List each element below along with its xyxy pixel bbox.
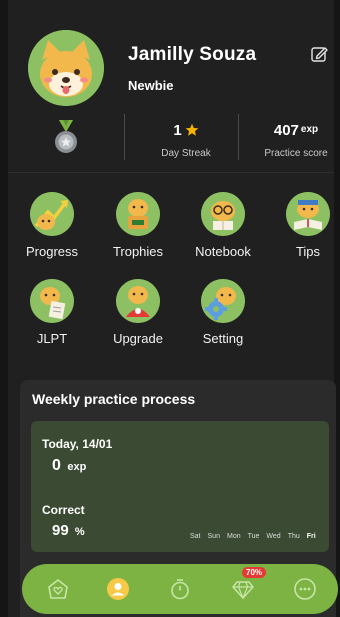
today-exp: 0 exp	[52, 457, 87, 474]
profile-icon[interactable]	[106, 577, 130, 601]
today-label: Today, 14/01	[42, 437, 113, 451]
weekly-title: Weekly practice process	[32, 391, 196, 407]
divider	[124, 114, 125, 160]
diamond-icon[interactable]	[231, 577, 255, 601]
day-label: Thu	[287, 533, 300, 540]
tips-icon	[286, 192, 330, 236]
correct-label: Correct	[42, 503, 85, 517]
menu-jlpt[interactable]: JLPT	[17, 279, 87, 349]
practice-score-value: 407 exp	[273, 122, 319, 139]
streak-label: Day Streak	[161, 148, 211, 159]
timer-icon[interactable]	[168, 577, 192, 601]
practice-summary[interactable]: Today, 14/01 0 exp Correct 99 % Sat Sun …	[31, 421, 329, 552]
menu-setting[interactable]: Setting	[188, 279, 258, 349]
bottom-nav: 70%	[22, 564, 338, 614]
menu-trophies[interactable]: Trophies	[103, 192, 173, 262]
day-label: Tue	[247, 533, 260, 540]
user-rank: Newbie	[128, 78, 174, 93]
divider	[8, 172, 334, 173]
home-icon[interactable]	[46, 577, 70, 601]
streak-value: 1	[158, 122, 214, 139]
day-label: Sun	[207, 533, 220, 540]
notebook-icon	[201, 192, 245, 236]
more-icon[interactable]	[293, 577, 317, 601]
weekday-labels: Sat Sun Mon Tue Wed Thu Fri	[190, 533, 316, 540]
day-label: Sat	[190, 533, 201, 540]
day-label: Wed	[266, 533, 281, 540]
day-label: Mon	[226, 533, 241, 540]
shiba-dog-avatar-icon	[28, 30, 104, 106]
menu-tips[interactable]: Tips	[273, 192, 340, 262]
avatar[interactable]	[28, 30, 104, 106]
jlpt-icon	[30, 279, 74, 323]
menu-notebook[interactable]: Notebook	[188, 192, 258, 262]
progress-icon	[30, 192, 74, 236]
practice-score-label: Practice score	[264, 148, 328, 159]
divider	[238, 114, 239, 160]
menu-upgrade[interactable]: Upgrade	[103, 279, 173, 349]
star-icon	[185, 123, 198, 136]
day-label-active: Fri	[306, 533, 316, 540]
user-name: Jamilly Souza	[128, 44, 257, 65]
setting-icon	[201, 279, 245, 323]
correct-value: 99 %	[52, 522, 85, 539]
discount-badge: 70%	[242, 567, 267, 578]
medal-icon	[55, 120, 77, 153]
upgrade-icon	[116, 279, 160, 323]
trophies-icon	[116, 192, 160, 236]
menu-progress[interactable]: Progress	[17, 192, 87, 262]
edit-icon[interactable]	[310, 45, 328, 63]
stats-row: 1 Day Streak 407 exp Practice score	[8, 112, 334, 164]
